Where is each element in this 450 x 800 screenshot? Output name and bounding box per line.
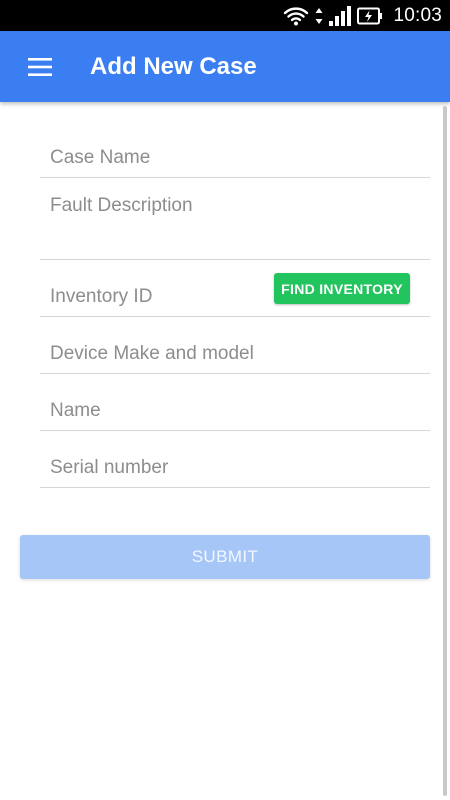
submit-button[interactable]: SUBMIT bbox=[20, 535, 430, 579]
data-arrows-icon bbox=[315, 7, 323, 25]
menu-button[interactable] bbox=[0, 31, 80, 102]
fault-description-input[interactable] bbox=[40, 178, 430, 259]
wifi-icon bbox=[283, 6, 309, 26]
case-name-field-container bbox=[40, 121, 430, 178]
status-time: 10:03 bbox=[393, 4, 442, 26]
app-bar: Add New Case bbox=[0, 31, 450, 102]
screen: 10:03 Add New Case FIND INVENTORY bbox=[0, 0, 450, 800]
scrollbar[interactable] bbox=[443, 106, 447, 796]
page-title: Add New Case bbox=[90, 52, 257, 80]
name-input[interactable] bbox=[40, 374, 430, 430]
device-make-model-input[interactable] bbox=[40, 317, 430, 373]
signal-icon bbox=[329, 5, 352, 26]
fault-description-field-container bbox=[40, 178, 430, 260]
inventory-id-field-container: FIND INVENTORY bbox=[40, 260, 430, 317]
add-case-form: FIND INVENTORY bbox=[40, 121, 430, 488]
battery-charging-icon bbox=[357, 7, 383, 25]
menu-icon bbox=[28, 57, 52, 76]
device-make-model-field-container bbox=[40, 317, 430, 374]
status-bar: 10:03 bbox=[0, 0, 450, 31]
case-name-input[interactable] bbox=[40, 121, 430, 177]
serial-number-field-container bbox=[40, 431, 430, 488]
find-inventory-button[interactable]: FIND INVENTORY bbox=[274, 273, 410, 304]
name-field-container bbox=[40, 374, 430, 431]
serial-number-input[interactable] bbox=[40, 431, 430, 487]
